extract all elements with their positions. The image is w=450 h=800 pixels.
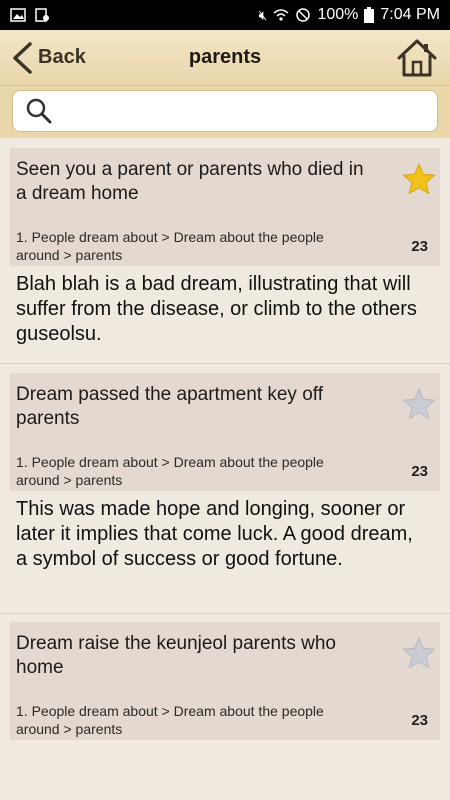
- home-icon: [397, 39, 437, 77]
- divider: [0, 363, 450, 364]
- wifi-icon: [273, 9, 289, 21]
- star-outline-icon[interactable]: [402, 387, 436, 421]
- item-description: This was made hope and longing, sooner o…: [16, 498, 413, 570]
- notification-icon: [35, 8, 49, 22]
- status-bar: 🔇︎ 100% 7:04 PM: [0, 0, 450, 30]
- search-icon: [26, 98, 52, 124]
- item-category-path: 1. People dream about > Dream about the …: [16, 703, 324, 737]
- item-title: Dream raise the keunjeol parents who hom…: [16, 633, 337, 678]
- item-description: Blah blah is a bad dream, illustrating t…: [16, 273, 417, 345]
- back-label: Back: [38, 46, 86, 68]
- item-title: Seen you a parent or parents who died in…: [16, 159, 364, 204]
- divider: [0, 613, 450, 614]
- battery-percent: 100%: [317, 6, 359, 23]
- item-count: 23: [411, 238, 428, 255]
- item-category-path: 1. People dream about > Dream about the …: [16, 454, 324, 488]
- chevron-left-icon: [13, 41, 32, 74]
- clock: 7:04 PM: [380, 6, 440, 23]
- item-count: 23: [411, 712, 428, 729]
- star-outline-icon[interactable]: [402, 636, 436, 670]
- card-header: Seen you a parent or parents who died in…: [10, 148, 440, 266]
- item-count: 23: [411, 463, 428, 480]
- search-input[interactable]: [61, 93, 437, 129]
- item-title: Dream passed the apartment key off paren…: [16, 384, 323, 429]
- app-header: Back parents: [0, 30, 450, 86]
- search-box[interactable]: [12, 90, 438, 132]
- star-filled-icon[interactable]: [402, 162, 436, 196]
- item-category-path: 1. People dream about > Dream about the …: [16, 229, 324, 263]
- search-bar: [0, 86, 450, 138]
- battery-icon: [364, 7, 375, 23]
- mute-icon: 🔇︎: [258, 6, 268, 23]
- card-header: Dream raise the keunjeol parents who hom…: [10, 622, 440, 740]
- image-icon: [10, 8, 26, 22]
- block-icon: [296, 8, 311, 22]
- back-button[interactable]: Back: [0, 30, 86, 85]
- home-button[interactable]: [396, 37, 438, 79]
- card-header: Dream passed the apartment key off paren…: [10, 373, 440, 491]
